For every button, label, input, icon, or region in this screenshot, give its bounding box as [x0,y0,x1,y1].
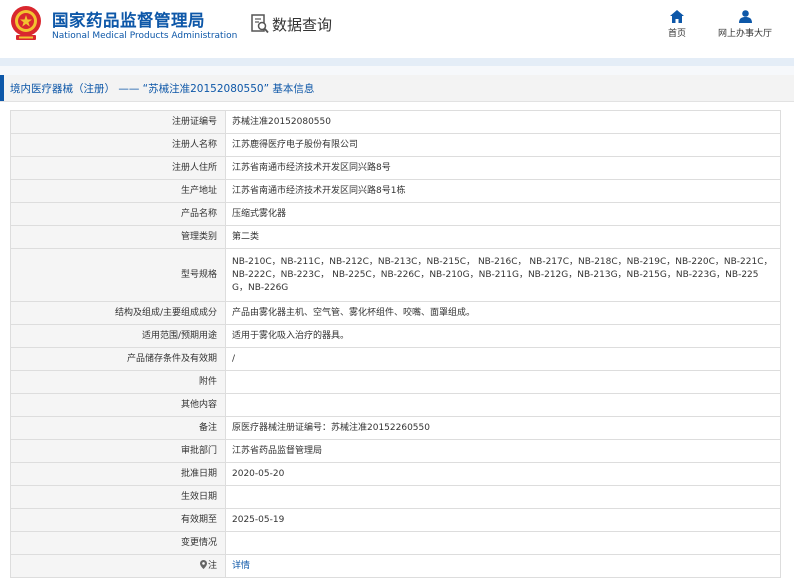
detail-row-valid-until: 有效期至 2025-05-19 [10,508,781,532]
detail-label: 注册证编号 [10,110,226,134]
detail-label: 备注 [10,416,226,440]
detail-label: 注册人名称 [10,133,226,157]
detail-label: 变更情况 [10,531,226,555]
detail-row-product-name: 产品名称 压缩式雾化器 [10,202,781,226]
detail-value: / [225,347,781,371]
detail-row-intended-use: 适用范围/预期用途 适用于雾化吸入治疗的器具。 [10,324,781,348]
detail-row-management-class: 管理类别 第二类 [10,225,781,249]
detail-row-note: 注 详情 [10,554,781,578]
detail-row-reg-number: 注册证编号 苏械注准20152080550 [10,110,781,134]
detail-row-registrant-name: 注册人名称 江苏鹿得医疗电子股份有限公司 [10,133,781,157]
page-title: 境内医疗器械（注册） —— “苏械注准20152080550” 基本信息 [10,83,315,95]
detail-label: 注册人住所 [10,156,226,180]
note-label-text: 注 [207,560,217,571]
detail-row-remarks: 备注 原医疗器械注册证编号：苏械注准20152260550 [10,416,781,440]
detail-row-approval-dept: 审批部门 江苏省药品监督管理局 [10,439,781,463]
detail-value: 苏械注准20152080550 [225,110,781,134]
detail-row-changes: 变更情况 [10,531,781,555]
detail-value: 江苏鹿得医疗电子股份有限公司 [225,133,781,157]
detail-label: 产品名称 [10,202,226,226]
detail-label: 审批部门 [10,439,226,463]
detail-label: 批准日期 [10,462,226,486]
detail-value: 原医疗器械注册证编号：苏械注准20152260550 [225,416,781,440]
detail-value: 压缩式雾化器 [225,202,781,226]
header-divider [0,58,794,66]
home-icon [670,10,684,23]
detail-label: 生效日期 [10,485,226,509]
site-header: 国家药品监督管理局 National Medical Products Admi… [0,0,794,58]
page-heading-bar: 境内医疗器械（注册） —— “苏械注准20152080550” 基本信息 [0,75,794,102]
data-search-icon [251,14,269,34]
detail-row-registrant-address: 注册人住所 江苏省南通市经济技术开发区同兴路8号 [10,156,781,180]
detail-value: NB-210C，NB-211C，NB-212C，NB-213C，NB-215C，… [225,248,781,302]
detail-row-model-spec: 型号规格 NB-210C，NB-211C，NB-212C，NB-213C，NB-… [10,248,781,302]
detail-value: 江苏省南通市经济技术开发区同兴路8号 [225,156,781,180]
detail-label: 结构及组成/主要组成成分 [10,301,226,325]
detail-table: 注册证编号 苏械注准20152080550 注册人名称 江苏鹿得医疗电子股份有限… [10,110,781,578]
national-emblem-icon [11,6,41,40]
detail-value: 适用于雾化吸入治疗的器具。 [225,324,781,348]
header-divider-light [0,66,794,75]
site-title[interactable]: 国家药品监督管理局 [52,7,205,31]
detail-row-effective-date: 生效日期 [10,485,781,509]
detail-value [225,393,781,417]
detail-value [225,485,781,509]
detail-label: 型号规格 [10,248,226,302]
detail-label: 产品储存条件及有效期 [10,347,226,371]
detail-label: 管理类别 [10,225,226,249]
location-pin-icon [199,559,207,569]
detail-label: 附件 [10,370,226,394]
nav-home-button[interactable]: 首页 [660,10,694,39]
detail-row-production-address: 生产地址 江苏省南通市经济技术开发区同兴路8号1栋 [10,179,781,203]
nav-online-hall-button[interactable]: 网上办事大厅 [710,10,780,39]
detail-label: 有效期至 [10,508,226,532]
detail-row-attachments: 附件 [10,370,781,394]
detail-label: 生产地址 [10,179,226,203]
detail-value [225,531,781,555]
detail-value: 江苏省药品监督管理局 [225,439,781,463]
nav-online-hall-label: 网上办事大厅 [717,29,772,39]
detail-row-storage: 产品储存条件及有效期 / [10,347,781,371]
detail-value: 详情 [225,554,781,578]
detail-label: 注 [10,554,226,578]
detail-row-other: 其他内容 [10,393,781,417]
nav-home-label: 首页 [667,29,686,39]
data-search-title: 数据查询 [272,16,333,34]
detail-value [225,370,781,394]
detail-label: 适用范围/预期用途 [10,324,226,348]
detail-value: 2020-05-20 [225,462,781,486]
detail-label: 其他内容 [10,393,226,417]
detail-value: 江苏省南通市经济技术开发区同兴路8号1栋 [225,179,781,203]
detail-value: 2025-05-19 [225,508,781,532]
heading-accent [0,75,4,101]
detail-value: 产品由雾化器主机、空气管、雾化杯组件、咬嘴、面罩组成。 [225,301,781,325]
detail-value: 第二类 [225,225,781,249]
user-icon [738,10,752,23]
site-subtitle: National Medical Products Administration [52,31,238,41]
detail-row-structure: 结构及组成/主要组成成分 产品由雾化器主机、空气管、雾化杯组件、咬嘴、面罩组成。 [10,301,781,325]
details-link[interactable]: 详情 [232,561,250,571]
detail-row-approval-date: 批准日期 2020-05-20 [10,462,781,486]
